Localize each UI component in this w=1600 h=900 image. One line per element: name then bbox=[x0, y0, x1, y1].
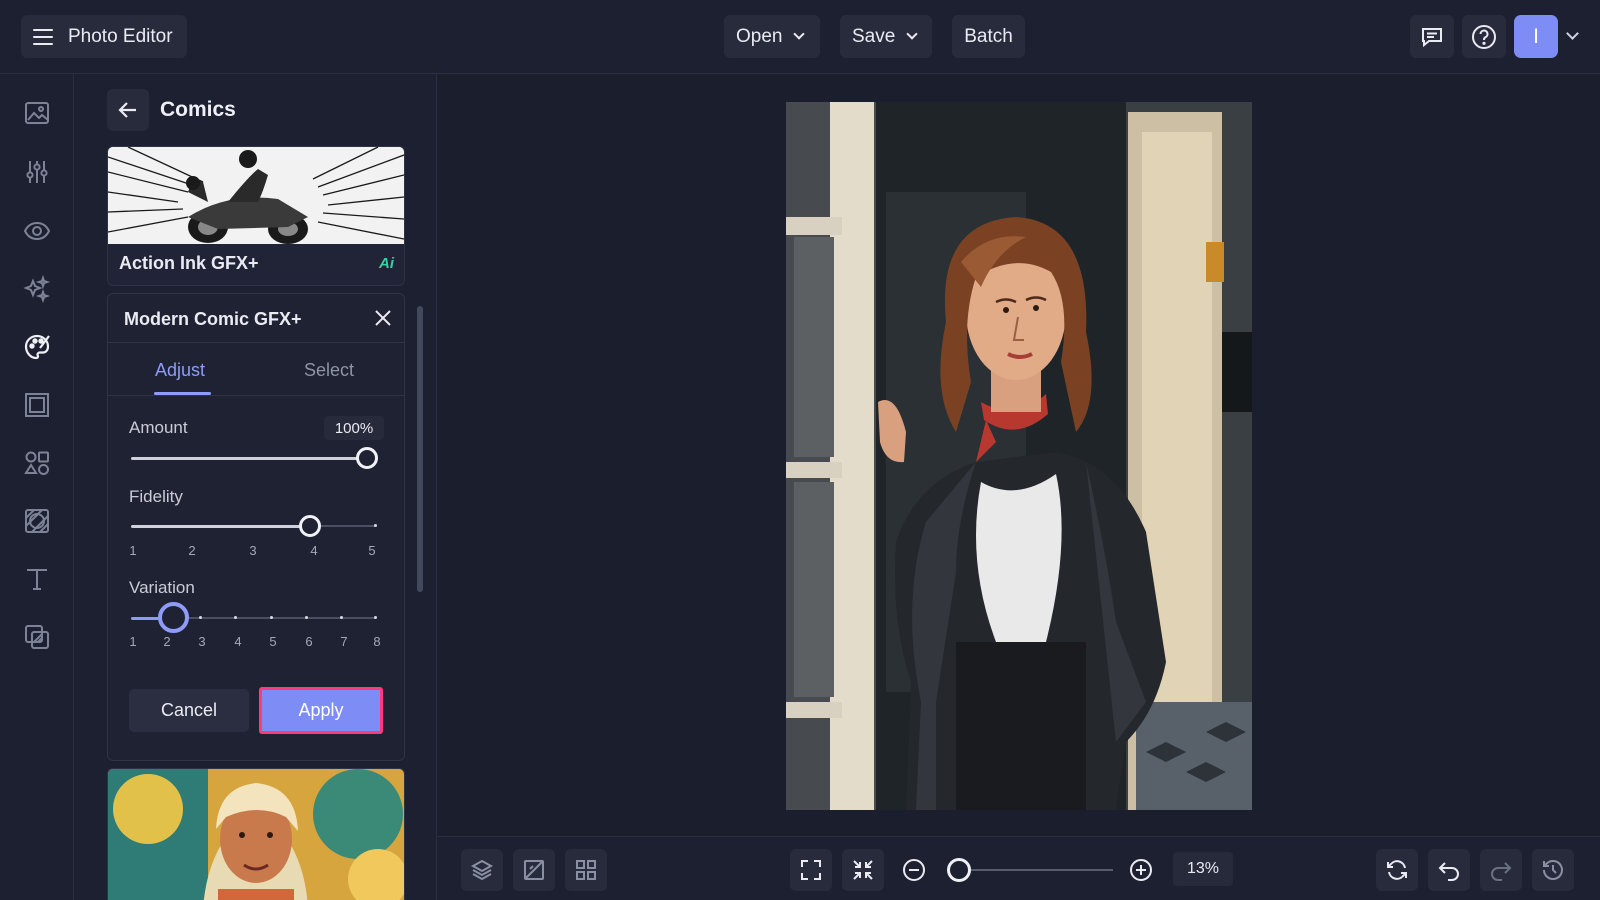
panel-scrollbar[interactable] bbox=[417, 306, 423, 592]
zoom-slider-track[interactable] bbox=[959, 869, 1113, 871]
zoom-out-icon[interactable] bbox=[900, 856, 928, 884]
compare-button[interactable] bbox=[513, 849, 555, 891]
top-bar: Photo Editor Open Save Batch I bbox=[0, 0, 1600, 74]
feedback-button[interactable] bbox=[1410, 15, 1454, 58]
apply-button[interactable]: Apply bbox=[259, 687, 383, 734]
fidelity-tick: 2 bbox=[188, 543, 196, 558]
save-button[interactable]: Save bbox=[840, 15, 932, 58]
expand-icon bbox=[801, 860, 821, 880]
variation-tick: 4 bbox=[234, 634, 242, 649]
variation-tick: 6 bbox=[305, 634, 313, 649]
fidelity-tick: 1 bbox=[129, 543, 137, 558]
help-icon bbox=[1472, 24, 1496, 49]
variation-tick: 3 bbox=[198, 634, 206, 649]
sparkles-icon[interactable] bbox=[22, 274, 52, 304]
effect-settings-card: Modern Comic GFX+ Adjust Select Amount 1… bbox=[107, 293, 405, 761]
arrow-left-icon bbox=[118, 102, 136, 118]
chevron-down-icon bbox=[906, 28, 918, 40]
variation-label: Variation bbox=[129, 578, 195, 597]
preset-card[interactable]: Action Ink GFX+ Ai bbox=[107, 146, 405, 286]
redo-button[interactable] bbox=[1480, 849, 1522, 891]
batch-button[interactable]: Batch bbox=[952, 15, 1025, 58]
tab-adjust[interactable]: Adjust bbox=[155, 360, 205, 381]
save-label: Save bbox=[852, 25, 896, 47]
variation-tick: 8 bbox=[373, 634, 381, 649]
chevron-down-icon bbox=[793, 28, 806, 40]
amount-label: Amount bbox=[129, 418, 188, 437]
variation-tick: 7 bbox=[340, 634, 348, 649]
preset-label: Action Ink GFX+ bbox=[119, 253, 259, 273]
help-button[interactable] bbox=[1462, 15, 1506, 58]
amount-slider-handle[interactable] bbox=[356, 447, 378, 469]
zoom-slider-handle[interactable] bbox=[947, 858, 971, 882]
panel-title: Comics bbox=[160, 98, 236, 121]
fidelity-label: Fidelity bbox=[129, 487, 183, 506]
layers-icon bbox=[470, 859, 494, 881]
fidelity-tick: 3 bbox=[249, 543, 257, 558]
history-icon bbox=[1543, 860, 1563, 880]
variation-tick: 5 bbox=[269, 634, 277, 649]
texture-icon[interactable] bbox=[22, 506, 52, 536]
layers-button[interactable] bbox=[461, 849, 503, 891]
redo-icon bbox=[1491, 862, 1512, 881]
canvas-image[interactable] bbox=[786, 102, 1252, 810]
preset-thumbnail bbox=[108, 769, 404, 900]
tool-rail bbox=[0, 74, 74, 900]
open-label: Open bbox=[736, 25, 783, 47]
amount-value[interactable]: 100% bbox=[324, 416, 384, 440]
account-chevron-icon[interactable] bbox=[1566, 27, 1579, 40]
eye-icon[interactable] bbox=[22, 216, 52, 246]
undo-button[interactable] bbox=[1428, 849, 1470, 891]
shapes-icon[interactable] bbox=[22, 448, 52, 478]
variation-slider-handle[interactable] bbox=[158, 602, 189, 633]
actual-size-button[interactable] bbox=[842, 849, 884, 891]
preset-thumbnail bbox=[108, 147, 404, 244]
image-icon[interactable] bbox=[22, 98, 52, 128]
reset-button[interactable] bbox=[1376, 849, 1418, 891]
zoom-value[interactable]: 13% bbox=[1173, 852, 1233, 886]
zoom-in-icon[interactable] bbox=[1127, 856, 1155, 884]
text-icon[interactable] bbox=[22, 564, 52, 594]
overlay-icon[interactable] bbox=[22, 622, 52, 652]
close-icon[interactable] bbox=[372, 307, 394, 329]
history-button[interactable] bbox=[1532, 849, 1574, 891]
grid-button[interactable] bbox=[565, 849, 607, 891]
cancel-button[interactable]: Cancel bbox=[129, 689, 249, 732]
ai-badge: Ai bbox=[379, 255, 394, 272]
preset-card[interactable] bbox=[107, 768, 405, 900]
variation-tick: 2 bbox=[163, 634, 171, 649]
fidelity-slider-handle[interactable] bbox=[299, 515, 321, 537]
bottom-bar: 13% bbox=[438, 836, 1600, 900]
amount-slider-track[interactable] bbox=[131, 457, 367, 460]
fidelity-tick: 4 bbox=[310, 543, 318, 558]
avatar-initial: I bbox=[1533, 24, 1539, 48]
sliders-icon[interactable] bbox=[22, 157, 52, 187]
grid-icon bbox=[576, 860, 596, 880]
batch-label: Batch bbox=[964, 25, 1013, 47]
variation-slider-track[interactable] bbox=[173, 617, 376, 619]
open-button[interactable]: Open bbox=[724, 15, 820, 58]
chat-icon bbox=[1422, 27, 1442, 47]
user-avatar[interactable]: I bbox=[1514, 15, 1558, 58]
compare-icon bbox=[524, 860, 544, 880]
effect-title: Modern Comic GFX+ bbox=[124, 309, 302, 329]
fidelity-slider-filled[interactable] bbox=[131, 525, 311, 528]
variation-tick: 1 bbox=[129, 634, 137, 649]
undo-icon bbox=[1438, 862, 1459, 881]
back-button[interactable] bbox=[107, 89, 149, 131]
collapse-icon bbox=[853, 860, 873, 880]
effects-panel: Comics Action Ink GFX+ Ai Modern Comic G… bbox=[75, 74, 437, 900]
frame-icon[interactable] bbox=[22, 390, 52, 420]
hamburger-icon bbox=[33, 28, 53, 45]
fit-screen-button[interactable] bbox=[790, 849, 832, 891]
fidelity-tick: 5 bbox=[368, 543, 376, 558]
app-title: Photo Editor bbox=[68, 25, 173, 47]
refresh-icon bbox=[1387, 860, 1407, 880]
tab-select[interactable]: Select bbox=[304, 360, 354, 381]
main-menu-button[interactable]: Photo Editor bbox=[21, 15, 187, 58]
palette-icon[interactable] bbox=[22, 332, 52, 362]
